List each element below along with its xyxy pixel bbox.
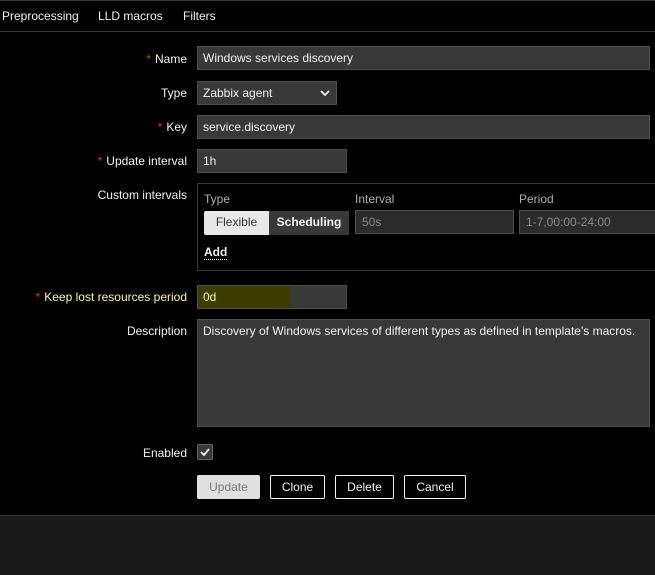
type-flexible-option[interactable]: Flexible [204, 211, 269, 235]
update-interval-label: * Update interval [98, 154, 187, 168]
required-mark: * [157, 120, 163, 134]
enabled-label: Enabled [142, 446, 187, 460]
enabled-checkbox[interactable] [197, 444, 213, 460]
header-type: Type [204, 192, 231, 206]
tab-preprocessing[interactable]: Preprocessing [2, 9, 79, 23]
key-input[interactable]: service.discovery [197, 115, 650, 139]
name-label-text: Name [154, 52, 187, 66]
name-input[interactable]: Windows services discovery [197, 46, 650, 70]
footer [0, 515, 655, 575]
clone-button[interactable]: Clone [270, 475, 325, 499]
required-mark: * [146, 52, 151, 66]
header-interval: Interval [355, 192, 395, 206]
tab-filters[interactable]: Filters [183, 9, 216, 23]
description-textarea[interactable]: Discovery of Windows services of differe… [197, 319, 650, 427]
description-label: Description [126, 324, 187, 338]
delete-button[interactable]: Delete [335, 475, 394, 499]
key-label-text: Key [166, 120, 187, 134]
keep-lost-label-text: Keep lost resources period [44, 290, 187, 304]
required-mark: * [35, 290, 41, 304]
add-interval-link[interactable]: Add [204, 245, 228, 260]
custom-intervals-label: Custom intervals [97, 188, 187, 202]
header-period: Period [519, 192, 554, 206]
type-label: Type [160, 86, 187, 100]
keep-lost-label: * Keep lost resources period [36, 290, 187, 304]
cancel-button[interactable]: Cancel [404, 475, 466, 499]
tab-bar: Preprocessing LLD macros Filters [0, 0, 655, 32]
period-input[interactable]: 1-7,00:00-24:00 [519, 210, 655, 234]
update-button[interactable]: Update [197, 475, 260, 499]
required-mark: * [97, 154, 103, 168]
chevron-down-icon [320, 90, 330, 97]
interval-input[interactable]: 50s [355, 210, 514, 234]
type-select[interactable]: Zabbix agent [197, 81, 337, 105]
tab-lld-macros[interactable]: LLD macros [98, 9, 163, 23]
name-label: * Name [146, 52, 187, 66]
update-interval-label-text: Update interval [106, 154, 187, 168]
custom-intervals-table: Type Interval Period Flexible Scheduling… [197, 183, 655, 271]
type-scheduling-option[interactable]: Scheduling [269, 211, 349, 235]
key-label: * Key [158, 120, 187, 134]
update-interval-input[interactable]: 1h [197, 149, 347, 173]
checkmark-icon [200, 448, 210, 457]
keep-lost-input[interactable]: 0d [197, 285, 347, 309]
type-select-value: Zabbix agent [203, 86, 273, 100]
